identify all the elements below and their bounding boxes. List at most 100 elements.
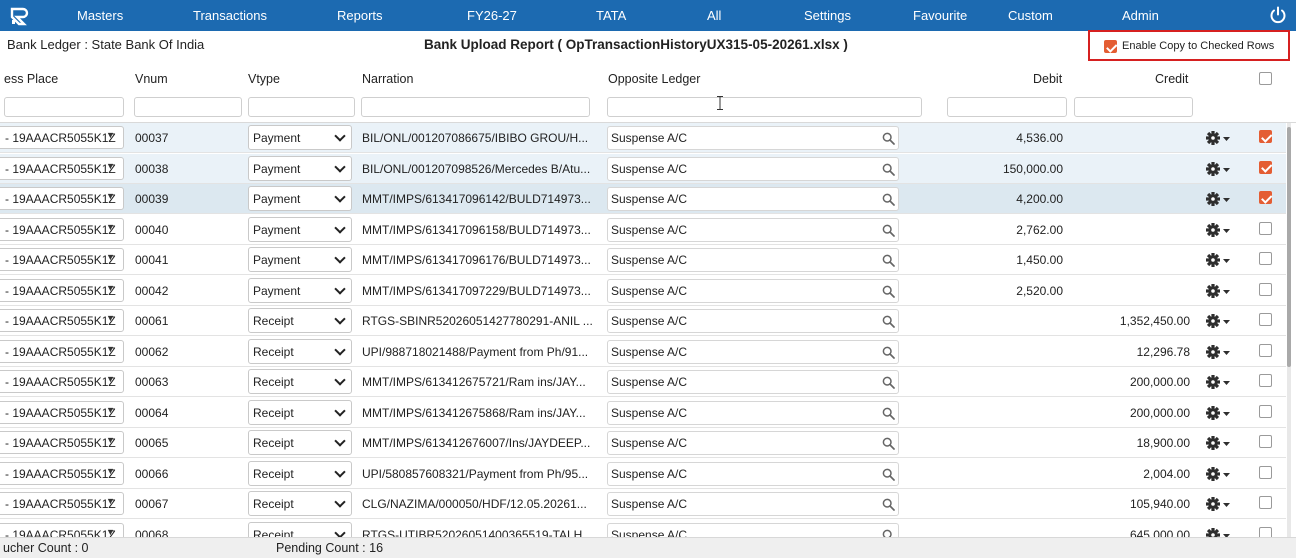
nav-company[interactable]: TATA (596, 8, 626, 23)
opposite-ledger-field[interactable]: Suspense A/C (607, 400, 899, 425)
vtype-select[interactable]: Receipt (248, 460, 352, 486)
opposite-ledger-field[interactable]: Suspense A/C (607, 492, 899, 516)
search-icon[interactable] (882, 163, 895, 176)
gear-icon[interactable] (1205, 405, 1231, 421)
gear-icon[interactable] (1205, 344, 1231, 360)
gear-icon[interactable] (1205, 191, 1231, 207)
table-row[interactable]: - 19AAACR5055K1Z ▼ 00041 Payment MMT/IMPS/61… (0, 245, 1286, 275)
opposite-ledger-field[interactable]: Suspense A/C (607, 339, 899, 364)
search-icon[interactable] (882, 193, 895, 206)
table-row[interactable]: - 19AAACR5055K1Z ▼ 00061 Receipt RTGS-SBINR5… (0, 306, 1286, 336)
vtype-select[interactable]: Payment (248, 155, 352, 181)
table-row[interactable]: - 19AAACR5055K1Z ▼ 00065 Receipt MMT/IMPS/61… (0, 428, 1286, 458)
vertical-scrollbar[interactable] (1287, 123, 1291, 537)
opposite-ledger-field[interactable]: Suspense A/C (607, 522, 899, 538)
search-icon[interactable] (882, 315, 895, 328)
nav-custom[interactable]: Custom (1008, 8, 1053, 23)
nav-admin[interactable]: Admin (1122, 8, 1159, 23)
table-row[interactable]: - 19AAACR5055K1Z ▼ 00063 Receipt MMT/IMPS/61… (0, 367, 1286, 397)
nav-reports[interactable]: Reports (337, 8, 383, 23)
place-of-supply-select[interactable]: - 19AAACR5055K1Z ▼ (0, 156, 124, 180)
opposite-ledger-field[interactable]: Suspense A/C (607, 370, 899, 394)
search-icon[interactable] (882, 224, 895, 237)
search-icon[interactable] (882, 468, 895, 481)
nav-masters[interactable]: Masters (77, 8, 123, 23)
row-checkbox[interactable] (1259, 191, 1272, 204)
search-icon[interactable] (882, 132, 895, 145)
row-checkbox[interactable] (1259, 282, 1272, 296)
search-icon[interactable] (882, 285, 895, 298)
place-of-supply-select[interactable]: - 19AAACR5055K1Z ▼ (0, 278, 124, 302)
filter-opposite-ledger-input[interactable] (607, 97, 922, 117)
search-icon[interactable] (882, 498, 895, 511)
opposite-ledger-field[interactable]: Suspense A/C (607, 309, 899, 333)
gear-icon[interactable] (1205, 435, 1231, 451)
gear-icon[interactable] (1205, 374, 1231, 390)
gear-icon[interactable] (1205, 252, 1231, 268)
vtype-select[interactable]: Receipt (248, 399, 352, 425)
vtype-select[interactable]: Receipt (248, 308, 352, 333)
opposite-ledger-field[interactable]: Suspense A/C (607, 278, 899, 303)
vtype-select[interactable]: Receipt (248, 491, 352, 516)
place-of-supply-select[interactable]: - 19AAACR5055K1Z ▼ (0, 309, 124, 332)
table-row[interactable]: - 19AAACR5055K1Z ▼ 00042 Payment MMT/IMPS/61… (0, 275, 1286, 306)
search-icon[interactable] (882, 346, 895, 359)
table-row[interactable]: - 19AAACR5055K1Z ▼ 00064 Receipt MMT/IMPS/61… (0, 397, 1286, 428)
scrollbar-thumb[interactable] (1287, 127, 1291, 367)
row-checkbox[interactable] (1259, 404, 1272, 418)
enable-copy-toggle[interactable]: Enable Copy to Checked Rows (1088, 30, 1290, 61)
opposite-ledger-field[interactable]: Suspense A/C (607, 187, 899, 211)
opposite-ledger-field[interactable]: Suspense A/C (607, 431, 899, 455)
filter-vtype-input[interactable] (248, 97, 355, 117)
gear-icon[interactable] (1205, 161, 1231, 177)
vtype-select[interactable]: Payment (248, 216, 352, 242)
opposite-ledger-field[interactable]: Suspense A/C (607, 217, 899, 242)
place-of-supply-select[interactable]: - 19AAACR5055K1Z ▼ (0, 217, 124, 241)
opposite-ledger-field[interactable]: Suspense A/C (607, 461, 899, 486)
vtype-select[interactable]: Receipt (248, 430, 352, 455)
place-of-supply-select[interactable]: - 19AAACR5055K1Z ▼ (0, 126, 124, 149)
search-icon[interactable] (882, 529, 895, 538)
nav-financial-year[interactable]: FY26-27 (467, 8, 517, 23)
opposite-ledger-field[interactable]: Suspense A/C (607, 248, 899, 272)
place-of-supply-select[interactable]: - 19AAACR5055K1Z ▼ (0, 187, 124, 210)
gear-icon[interactable] (1205, 222, 1231, 238)
vtype-select[interactable]: Receipt (248, 338, 352, 364)
enable-copy-checkbox[interactable] (1104, 40, 1117, 53)
nav-settings[interactable]: Settings (804, 8, 851, 23)
row-checkbox[interactable] (1259, 221, 1272, 235)
vtype-select[interactable]: Payment (248, 125, 352, 150)
vtype-select[interactable]: Receipt (248, 521, 352, 537)
opposite-ledger-field[interactable]: Suspense A/C (607, 156, 899, 181)
row-checkbox[interactable] (1259, 160, 1272, 174)
nav-all[interactable]: All (707, 8, 721, 23)
place-of-supply-select[interactable]: - 19AAACR5055K1Z ▼ (0, 339, 124, 363)
vtype-select[interactable]: Receipt (248, 369, 352, 394)
vtype-select[interactable]: Payment (248, 186, 352, 211)
select-all-checkbox[interactable] (1259, 72, 1272, 85)
table-row[interactable]: - 19AAACR5055K1Z ▼ 00067 Receipt CLG/NAZIMA/… (0, 489, 1286, 519)
row-checkbox[interactable] (1259, 343, 1272, 357)
gear-icon[interactable] (1205, 527, 1231, 538)
vtype-select[interactable]: Payment (248, 277, 352, 303)
place-of-supply-select[interactable]: - 19AAACR5055K1Z ▼ (0, 370, 124, 393)
row-checkbox[interactable] (1259, 130, 1272, 143)
search-icon[interactable] (882, 407, 895, 420)
gear-icon[interactable] (1205, 496, 1231, 512)
search-icon[interactable] (882, 376, 895, 389)
place-of-supply-select[interactable]: - 19AAACR5055K1Z ▼ (0, 431, 124, 454)
table-row[interactable]: - 19AAACR5055K1Z ▼ 00039 Payment MMT/IMPS/61… (0, 184, 1286, 214)
table-row[interactable]: - 19AAACR5055K1Z ▼ 00040 Payment MMT/IMPS/61… (0, 214, 1286, 245)
gear-icon[interactable] (1205, 130, 1231, 146)
app-logo-icon[interactable] (9, 6, 29, 26)
place-of-supply-select[interactable]: - 19AAACR5055K1Z ▼ (0, 522, 124, 537)
table-row[interactable]: - 19AAACR5055K1Z ▼ 00038 Payment BIL/ONL/001… (0, 153, 1286, 184)
row-checkbox[interactable] (1259, 526, 1272, 537)
search-icon[interactable] (882, 254, 895, 267)
place-of-supply-select[interactable]: - 19AAACR5055K1Z ▼ (0, 492, 124, 515)
row-checkbox[interactable] (1259, 374, 1272, 387)
place-of-supply-select[interactable]: - 19AAACR5055K1Z ▼ (0, 461, 124, 485)
row-checkbox[interactable] (1259, 465, 1272, 479)
row-checkbox[interactable] (1259, 496, 1272, 509)
opposite-ledger-field[interactable]: Suspense A/C (607, 126, 899, 150)
